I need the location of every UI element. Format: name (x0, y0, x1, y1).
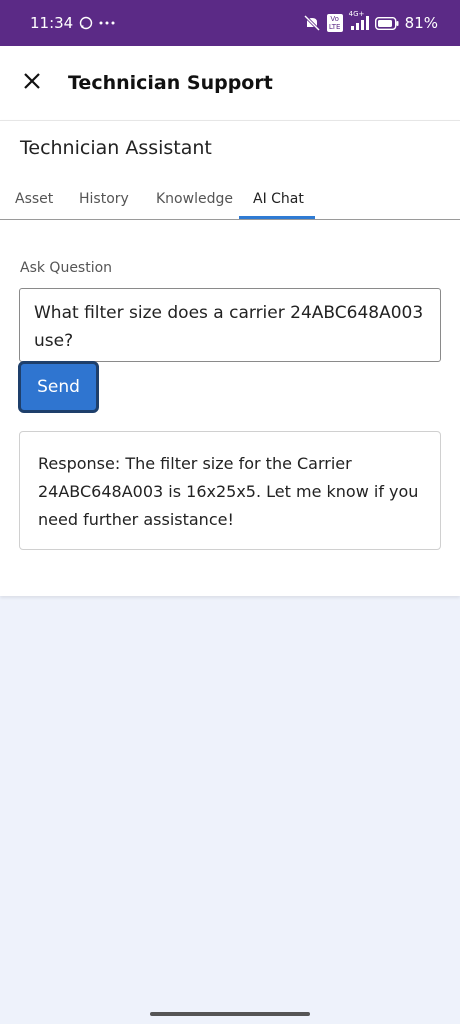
status-time: 11:34 (30, 14, 74, 32)
technician-assistant-card: Technician Assistant Asset History Knowl… (0, 120, 460, 596)
tab-asset[interactable]: Asset (15, 179, 53, 219)
tab-knowledge[interactable]: Knowledge (156, 179, 233, 219)
mute-icon (303, 15, 321, 31)
status-bar-right: Vo LTE 4G+ 81% (303, 10, 438, 32)
close-button[interactable] (20, 71, 44, 95)
volte-badge: Vo LTE (326, 14, 343, 32)
more-dots-icon (99, 20, 115, 26)
signal-icon: 4G+ (349, 10, 369, 30)
card-title: Technician Assistant (20, 137, 212, 159)
status-bar: 11:34 Vo LTE 4G+ 81% (0, 0, 460, 46)
app-bar: Technician Support (0, 46, 460, 120)
active-tab-indicator (239, 216, 315, 219)
status-bar-left: 11:34 (30, 14, 115, 32)
battery-percent: 81% (404, 14, 438, 32)
ask-question-label: Ask Question (20, 260, 113, 276)
network-type-label: 4G+ (348, 10, 365, 18)
send-button[interactable]: Send (18, 361, 99, 413)
close-icon (23, 72, 41, 94)
question-input[interactable]: What filter size does a carrier 24ABC648… (19, 288, 441, 362)
battery-icon (374, 16, 399, 30)
tab-bar: Asset History Knowledge AI Chat (0, 179, 460, 220)
home-indicator[interactable] (150, 1012, 310, 1016)
whatsapp-icon (79, 16, 93, 30)
tab-history[interactable]: History (79, 179, 129, 219)
response-box: Response: The filter size for the Carrie… (19, 431, 441, 550)
page-title: Technician Support (68, 72, 273, 94)
tab-ai-chat[interactable]: AI Chat (253, 179, 304, 219)
